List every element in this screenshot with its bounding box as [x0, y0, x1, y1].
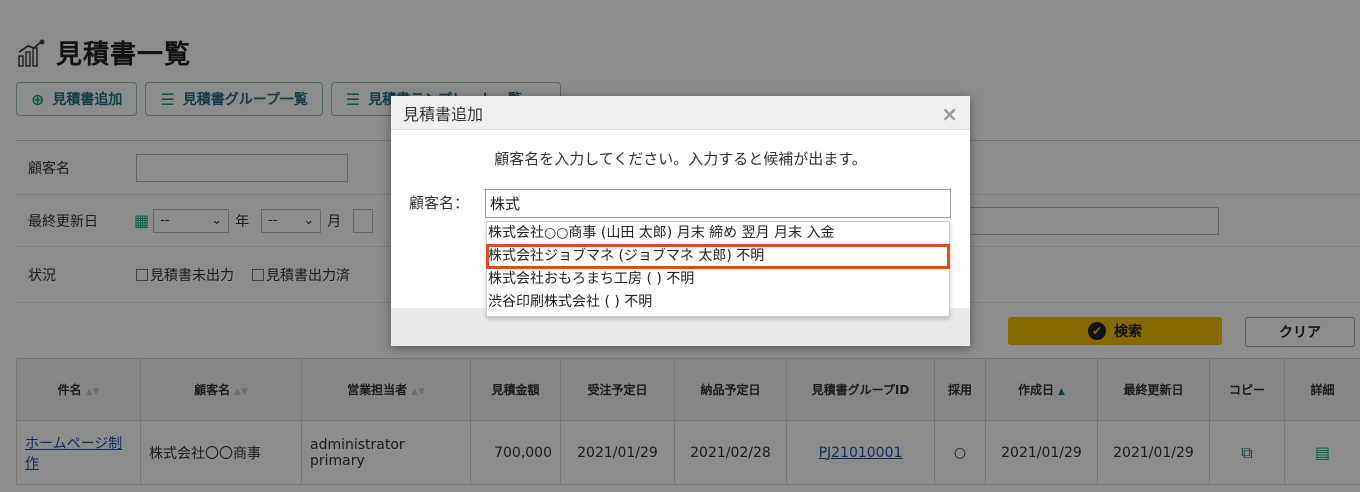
- dialog-message: 顧客名を入力してください。入力すると候補が出ます。: [494, 150, 867, 168]
- customer-name-label: 顧客名：: [409, 194, 470, 212]
- autocomplete-item[interactable]: 株式会社おもろまち工房 ( ) 不明: [487, 268, 949, 291]
- autocomplete-item[interactable]: 株式会社○○商事 (山田 太郎) 月末 締め 翌月 月末 入金: [487, 222, 949, 245]
- dialog-title: 見積書追加: [403, 104, 484, 124]
- autocomplete-item-highlighted[interactable]: 株式会社ジョブマネ (ジョブマネ 太郎) 不明: [486, 244, 950, 269]
- autocomplete-list: 株式会社○○商事 (山田 太郎) 月末 締め 翌月 月末 入金 株式会社ジョブマ…: [486, 221, 950, 317]
- close-icon[interactable]: ×: [941, 102, 958, 126]
- customer-name-input[interactable]: 株式: [485, 189, 951, 218]
- autocomplete-item[interactable]: 渋谷印刷株式会社 ( ) 不明: [487, 291, 949, 314]
- dialog-header: 見積書追加: [391, 96, 970, 130]
